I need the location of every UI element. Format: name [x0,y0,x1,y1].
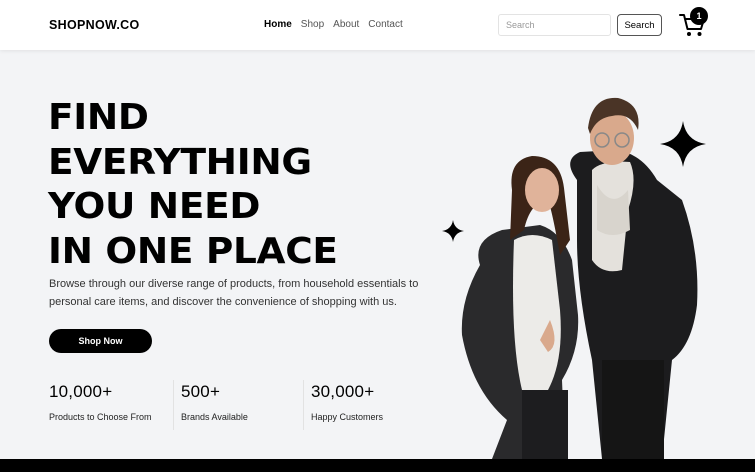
site-header: SHOPNOW.CO Home Shop About Contact Searc… [0,0,755,50]
nav-link-about[interactable]: About [333,19,359,30]
sparkle-icon [442,220,464,242]
search-button[interactable]: Search [617,14,662,36]
sparkle-icon [660,121,706,167]
nav-link-home[interactable]: Home [264,19,292,30]
footer-bar [0,459,755,472]
stat-products: 10,000+ Products to Choose From [49,380,173,430]
stat-value: 500+ [181,382,221,401]
search-input[interactable] [498,14,611,36]
stat-value: 30,000+ [311,382,375,401]
hero-headline: FIND EVERYTHING YOU NEED IN ONE PLACE [48,96,338,274]
stat-value: 10,000+ [49,382,113,401]
headline-line: FIND [48,97,149,138]
cart-count-badge: 1 [690,7,708,25]
stat-customers: 30,000+ Happy Customers [303,380,413,430]
headline-line: IN ONE PLACE [48,230,338,272]
stat-label: Products to Choose From [49,412,152,422]
stat-label: Brands Available [181,412,248,422]
stat-label: Happy Customers [311,412,384,422]
stats-row: 10,000+ Products to Choose From 500+ Bra… [49,380,413,430]
headline-line: YOU NEED [48,186,261,227]
shop-now-button[interactable]: Shop Now [49,329,152,353]
hero-description: Browse through our diverse range of prod… [49,278,419,308]
main-nav: Home Shop About Contact [264,19,403,30]
logo[interactable]: SHOPNOW.CO [49,18,140,32]
headline-line: EVERYTHING [48,141,312,183]
page: SHOPNOW.CO Home Shop About Contact Searc… [0,0,755,472]
nav-link-contact[interactable]: Contact [368,19,402,30]
stat-brands: 500+ Brands Available [173,380,303,430]
nav-link-shop[interactable]: Shop [301,19,324,30]
